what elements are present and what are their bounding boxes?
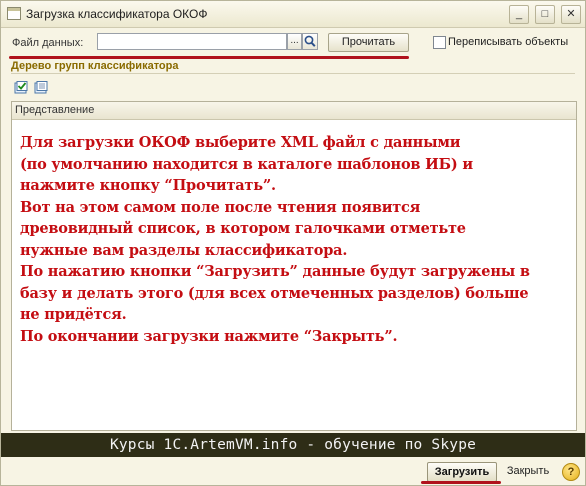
check-all-icon[interactable] [14,81,28,94]
overwrite-label: Переписывать объекты [448,36,569,48]
title-bar[interactable]: Загрузка классификатора ОКОФ _ □ ✕ [1,1,585,28]
load-button[interactable]: Загрузить [427,462,497,482]
window-icon [7,7,21,20]
note-line: По окончании загрузки нажмите “Закрыть”. [20,327,398,345]
uncheck-all-icon[interactable] [34,81,48,94]
column-header-label: Представление [15,104,95,116]
note-line: не придётся. [20,306,127,323]
file-label: Файл данных: [12,37,84,49]
magnifier-icon [304,35,316,47]
note-line: По нажатию кнопки “Загрузить” данные буд… [20,263,530,280]
note-line: Вот на этом самом поле после чтения появ… [20,198,421,216]
note-line: нужные вам разделы классификатора. [20,241,348,259]
overwrite-checkbox[interactable] [433,36,446,49]
read-button[interactable]: Прочитать [328,33,409,52]
select-file-button[interactable]: ... [287,33,302,50]
instruction-annotation: Для загрузки ОКОФ выберите XML файл с да… [20,132,570,347]
dialog-window: Загрузка классификатора ОКОФ _ □ ✕ Файл … [0,0,586,486]
note-line: (по умолчанию находится в каталоге шабло… [20,155,473,173]
promo-banner: Курсы 1С.ArtemVM.info - обучение по Skyp… [1,433,585,457]
close-button[interactable]: Закрыть [501,462,555,482]
help-icon[interactable]: ? [562,463,580,481]
group-title: Дерево групп классификатора [11,60,179,72]
group-divider [11,73,575,74]
file-path-input[interactable] [97,33,287,50]
red-underline-annotation [421,481,501,484]
red-underline-annotation [9,56,409,59]
note-line: базу и делать этого (для всех отмеченных… [20,284,529,302]
tree-column-header[interactable]: Представление [12,102,576,120]
maximize-button[interactable]: □ [535,5,555,24]
file-row: Файл данных: ... Прочитать Переписывать … [1,32,585,54]
minimize-button[interactable]: _ [509,5,529,24]
note-line: Для загрузки ОКОФ выберите XML файл с да… [20,134,461,151]
classifier-tree[interactable]: Представление Для загрузки ОКОФ выберите… [11,101,577,431]
open-file-button[interactable] [302,33,318,50]
note-line: нажмите кнопку “Прочитать”. [20,177,276,194]
close-window-button[interactable]: ✕ [561,5,581,24]
note-line: древовидный список, в котором галочками … [20,220,466,237]
window-title: Загрузка классификатора ОКОФ [26,7,208,21]
